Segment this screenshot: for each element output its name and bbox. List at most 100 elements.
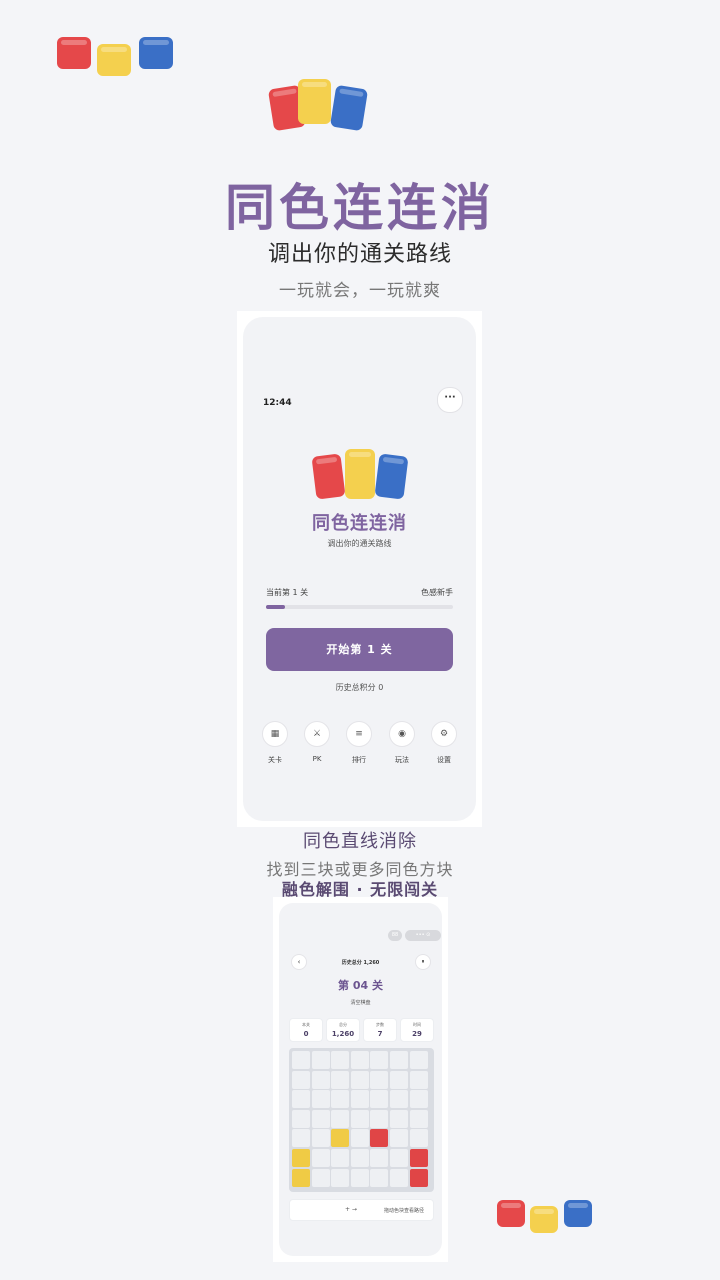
yellow-block[interactable]	[292, 1149, 310, 1167]
empty-cell[interactable]	[370, 1168, 389, 1187]
level-progress-fill	[266, 605, 285, 609]
empty-cell[interactable]	[390, 1109, 408, 1128]
stat-card: 时间 29	[400, 1018, 434, 1042]
stat-card: 总分 1,260	[326, 1018, 360, 1042]
yellow-cube-icon	[97, 44, 131, 76]
red-block[interactable]	[409, 1168, 428, 1187]
yellow-block[interactable]	[331, 1129, 350, 1148]
caption-line-1: 同色直线消除	[303, 831, 417, 852]
empty-cell[interactable]	[311, 1070, 330, 1089]
hint-arrows: + →	[345, 1206, 357, 1213]
empty-cell[interactable]	[409, 1109, 428, 1128]
phone-mockup-home: 12:44 ··· 同色连连消 调出你的通关路线 当前第 1 关 色感新手 开始…	[237, 311, 482, 827]
empty-cell[interactable]	[292, 1109, 310, 1128]
empty-cell[interactable]	[350, 1149, 369, 1167]
red-cube-icon	[497, 1200, 525, 1227]
stat-label: 时间	[413, 1022, 421, 1027]
home-screen: 12:44 ··· 同色连连消 调出你的通关路线 当前第 1 关 色感新手 开始…	[243, 317, 476, 821]
stat-value: 1,260	[331, 1030, 355, 1038]
game-board[interactable]	[289, 1048, 434, 1192]
yellow-block[interactable]	[292, 1168, 310, 1187]
red-block[interactable]	[409, 1149, 428, 1167]
empty-cell[interactable]	[311, 1090, 330, 1109]
empty-cell[interactable]	[311, 1168, 330, 1187]
swords-icon: ⚔	[304, 721, 330, 747]
blue-card-icon	[374, 453, 409, 500]
empty-cell[interactable]	[311, 1109, 330, 1128]
empty-cell[interactable]	[390, 1149, 408, 1167]
empty-cell[interactable]	[331, 1109, 350, 1128]
yellow-card-icon	[298, 79, 331, 124]
stat-value: 0	[303, 1030, 309, 1038]
empty-cell[interactable]	[292, 1070, 310, 1089]
list-icon: ≡	[346, 721, 372, 747]
red-block[interactable]	[370, 1129, 389, 1148]
nav-label: 设置	[437, 756, 451, 764]
hint-bar: + → 拖动色块查看路径	[289, 1199, 434, 1221]
empty-cell[interactable]	[409, 1051, 428, 1069]
nav-label: 玩法	[395, 756, 409, 764]
capsule-button[interactable]: 88	[388, 930, 402, 941]
empty-cell[interactable]	[370, 1109, 389, 1128]
start-level-button[interactable]: 开始第 1 关	[266, 628, 453, 671]
empty-cell[interactable]	[331, 1051, 350, 1069]
red-cube-icon	[57, 37, 91, 69]
empty-cell[interactable]	[409, 1070, 428, 1089]
red-card-icon	[311, 453, 346, 500]
empty-cell[interactable]	[350, 1090, 369, 1109]
app-title: 同色连连消	[312, 513, 407, 534]
hero-subtitle: 调出你的通关路线	[267, 242, 452, 267]
empty-cell[interactable]	[390, 1070, 408, 1089]
nav-item-settings[interactable]: ⚙ 设置	[431, 721, 457, 765]
empty-cell[interactable]	[331, 1090, 350, 1109]
empty-cell[interactable]	[409, 1090, 428, 1109]
more-menu-button[interactable]: ···	[437, 387, 463, 413]
nav-item-pk[interactable]: ⚔ PK	[304, 721, 330, 763]
empty-cell[interactable]	[409, 1129, 428, 1148]
nav-item-levels[interactable]: ▦ 关卡	[262, 721, 288, 765]
nav-item-ranking[interactable]: ≡ 排行	[346, 721, 372, 765]
stat-label: 本关	[302, 1022, 310, 1027]
empty-cell[interactable]	[331, 1149, 350, 1167]
empty-cell[interactable]	[350, 1129, 369, 1148]
back-button[interactable]: ‹	[291, 954, 307, 970]
yellow-card-icon	[345, 449, 375, 499]
empty-cell[interactable]	[370, 1070, 389, 1089]
empty-cell[interactable]	[390, 1168, 408, 1187]
empty-cell[interactable]	[370, 1090, 389, 1109]
blue-card-icon	[329, 84, 369, 132]
empty-cell[interactable]	[390, 1129, 408, 1148]
empty-cell[interactable]	[331, 1168, 350, 1187]
empty-cell[interactable]	[350, 1109, 369, 1128]
blue-cube-icon	[564, 1200, 592, 1227]
empty-cell[interactable]	[292, 1090, 310, 1109]
empty-cell[interactable]	[331, 1070, 350, 1089]
pause-button[interactable]: ⏸	[415, 954, 431, 970]
capsule-menu[interactable]: ••• ⊙	[405, 930, 441, 941]
stat-label: 步数	[376, 1022, 384, 1027]
empty-cell[interactable]	[350, 1070, 369, 1089]
empty-cell[interactable]	[311, 1051, 330, 1069]
stat-label: 总分	[339, 1022, 347, 1027]
empty-cell[interactable]	[370, 1051, 389, 1069]
empty-cell[interactable]	[311, 1129, 330, 1148]
grid-icon: ▦	[262, 721, 288, 747]
target-icon: ◉	[389, 721, 415, 747]
nav-item-howto[interactable]: ◉ 玩法	[389, 721, 415, 765]
blue-cube-icon	[139, 37, 173, 69]
level-title: 第 04 关	[338, 979, 383, 992]
game-screen: 88 ••• ⊙ ‹ 历史总分 1,260 ⏸ 第 04 关 清空棋盘 本关 0…	[279, 903, 442, 1256]
empty-cell[interactable]	[390, 1051, 408, 1069]
level-progress-bar	[266, 605, 453, 609]
empty-cell[interactable]	[292, 1051, 310, 1069]
empty-cell[interactable]	[311, 1149, 330, 1167]
nav-label: PK	[312, 755, 322, 763]
hint-text: 拖动色块查看路径	[383, 1208, 424, 1214]
yellow-cube-icon	[530, 1206, 558, 1233]
empty-cell[interactable]	[390, 1090, 408, 1109]
empty-cell[interactable]	[350, 1168, 369, 1187]
current-level-label: 当前第 1 关	[266, 588, 309, 597]
empty-cell[interactable]	[292, 1129, 310, 1148]
empty-cell[interactable]	[350, 1051, 369, 1069]
empty-cell[interactable]	[370, 1149, 389, 1167]
